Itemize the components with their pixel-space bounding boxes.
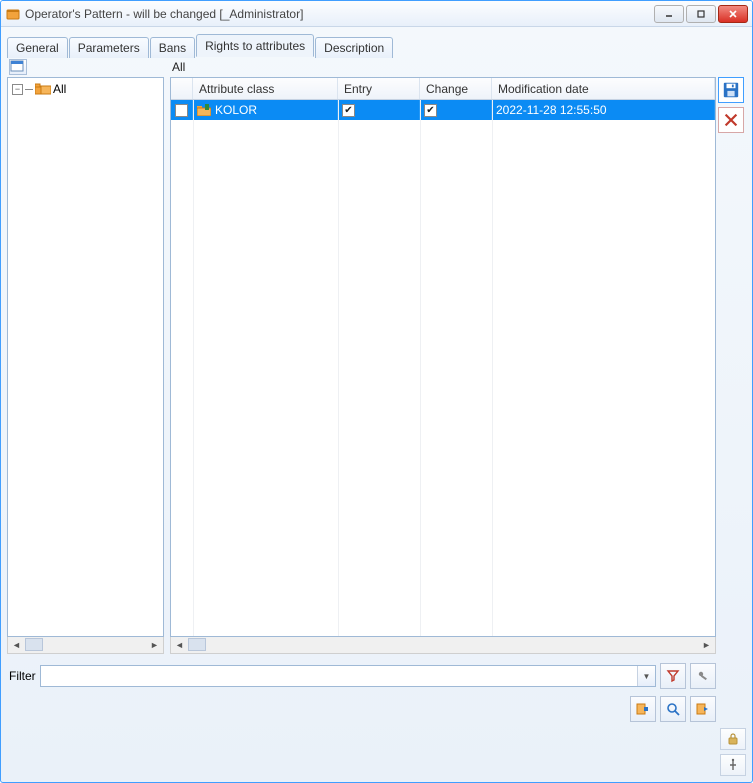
column-entry[interactable]: Entry bbox=[338, 78, 420, 99]
grid-pane: All Attribute class Entry Change Modific… bbox=[170, 57, 716, 654]
entry-checkbox[interactable]: ✔ bbox=[342, 104, 355, 117]
maximize-button[interactable] bbox=[686, 5, 716, 23]
window-title: Operator's Pattern - will be changed [_A… bbox=[25, 7, 654, 21]
tree-root-label: All bbox=[53, 82, 66, 96]
column-modification-date[interactable]: Modification date bbox=[492, 78, 715, 99]
tree-connector bbox=[25, 89, 33, 90]
filter-settings-button[interactable] bbox=[690, 663, 716, 689]
delete-button[interactable] bbox=[718, 107, 744, 133]
row-mod-value: 2022-11-28 12:55:50 bbox=[496, 103, 607, 117]
column-check[interactable] bbox=[171, 78, 193, 99]
lock-button[interactable] bbox=[720, 728, 746, 750]
tree-expand-toggle[interactable]: − bbox=[12, 84, 23, 95]
footer-actions bbox=[1, 728, 752, 782]
tabs: General Parameters Bans Rights to attrib… bbox=[7, 33, 746, 57]
filter-label: Filter bbox=[7, 669, 36, 683]
change-checkbox[interactable]: ✔ bbox=[424, 104, 437, 117]
row-attr-cell[interactable]: KOLOR bbox=[193, 100, 338, 120]
bottom-actions bbox=[7, 696, 716, 722]
tree-toolbar-button[interactable] bbox=[9, 59, 27, 75]
grid[interactable]: Attribute class Entry Change Modificatio… bbox=[170, 77, 716, 637]
splitter: − All ◄ ► bbox=[7, 57, 716, 654]
grid-hscroll[interactable]: ◄ ► bbox=[170, 637, 716, 654]
tab-rights-to-attributes[interactable]: Rights to attributes bbox=[196, 34, 314, 57]
scroll-left-icon[interactable]: ◄ bbox=[171, 638, 188, 653]
row-checkbox-cell[interactable] bbox=[171, 100, 193, 120]
action-a-button[interactable] bbox=[630, 696, 656, 722]
scroll-left-icon[interactable]: ◄ bbox=[8, 638, 25, 653]
column-change[interactable]: Change bbox=[420, 78, 492, 99]
filter-build-button[interactable] bbox=[660, 663, 686, 689]
minimize-button[interactable] bbox=[654, 5, 684, 23]
pin-button[interactable] bbox=[720, 754, 746, 776]
grid-body: KOLOR ✔ ✔ 2022-11-28 12:55 bbox=[171, 100, 715, 636]
client-area: General Parameters Bans Rights to attrib… bbox=[1, 27, 752, 728]
column-attribute-class[interactable]: Attribute class bbox=[193, 78, 338, 99]
filter-input[interactable] bbox=[41, 666, 637, 686]
save-button[interactable] bbox=[718, 77, 744, 103]
folder-icon bbox=[197, 104, 211, 116]
table-row[interactable]: KOLOR ✔ ✔ 2022-11-28 12:55 bbox=[171, 100, 715, 120]
scroll-right-icon[interactable]: ► bbox=[146, 638, 163, 653]
tree[interactable]: − All bbox=[7, 77, 164, 637]
tree-root-row[interactable]: − All bbox=[10, 80, 161, 98]
row-entry-cell[interactable]: ✔ bbox=[338, 100, 420, 120]
main-area: − All ◄ ► bbox=[7, 57, 746, 722]
tab-general[interactable]: General bbox=[7, 37, 68, 58]
chevron-down-icon[interactable]: ▼ bbox=[637, 666, 655, 686]
grid-header: Attribute class Entry Change Modificatio… bbox=[171, 78, 715, 100]
content: − All ◄ ► bbox=[7, 57, 716, 722]
scroll-thumb[interactable] bbox=[25, 638, 43, 651]
tree-toolbar bbox=[7, 57, 164, 77]
filter-combo[interactable]: ▼ bbox=[40, 665, 656, 687]
scroll-right-icon[interactable]: ► bbox=[698, 638, 715, 653]
tab-description[interactable]: Description bbox=[315, 37, 393, 58]
tree-folder-icon bbox=[35, 82, 51, 96]
row-attr-name: KOLOR bbox=[215, 103, 257, 117]
row-checkbox[interactable] bbox=[175, 104, 188, 117]
tree-hscroll[interactable]: ◄ ► bbox=[7, 637, 164, 654]
search-button[interactable] bbox=[660, 696, 686, 722]
scroll-track[interactable] bbox=[188, 637, 698, 653]
tree-pane: − All ◄ ► bbox=[7, 57, 164, 654]
window-controls bbox=[654, 5, 748, 23]
app-window: Operator's Pattern - will be changed [_A… bbox=[0, 0, 753, 783]
row-change-cell[interactable]: ✔ bbox=[420, 100, 492, 120]
grid-heading: All bbox=[170, 57, 716, 77]
row-mod-cell: 2022-11-28 12:55:50 bbox=[492, 100, 715, 120]
action-c-button[interactable] bbox=[690, 696, 716, 722]
titlebar[interactable]: Operator's Pattern - will be changed [_A… bbox=[1, 1, 752, 27]
side-actions bbox=[716, 57, 746, 722]
close-button[interactable] bbox=[718, 5, 748, 23]
tab-parameters[interactable]: Parameters bbox=[69, 37, 149, 58]
app-icon bbox=[5, 6, 21, 22]
tab-bans[interactable]: Bans bbox=[150, 37, 195, 58]
filter-row: Filter ▼ bbox=[7, 663, 716, 689]
scroll-thumb[interactable] bbox=[188, 638, 206, 651]
scroll-track[interactable] bbox=[25, 637, 146, 653]
